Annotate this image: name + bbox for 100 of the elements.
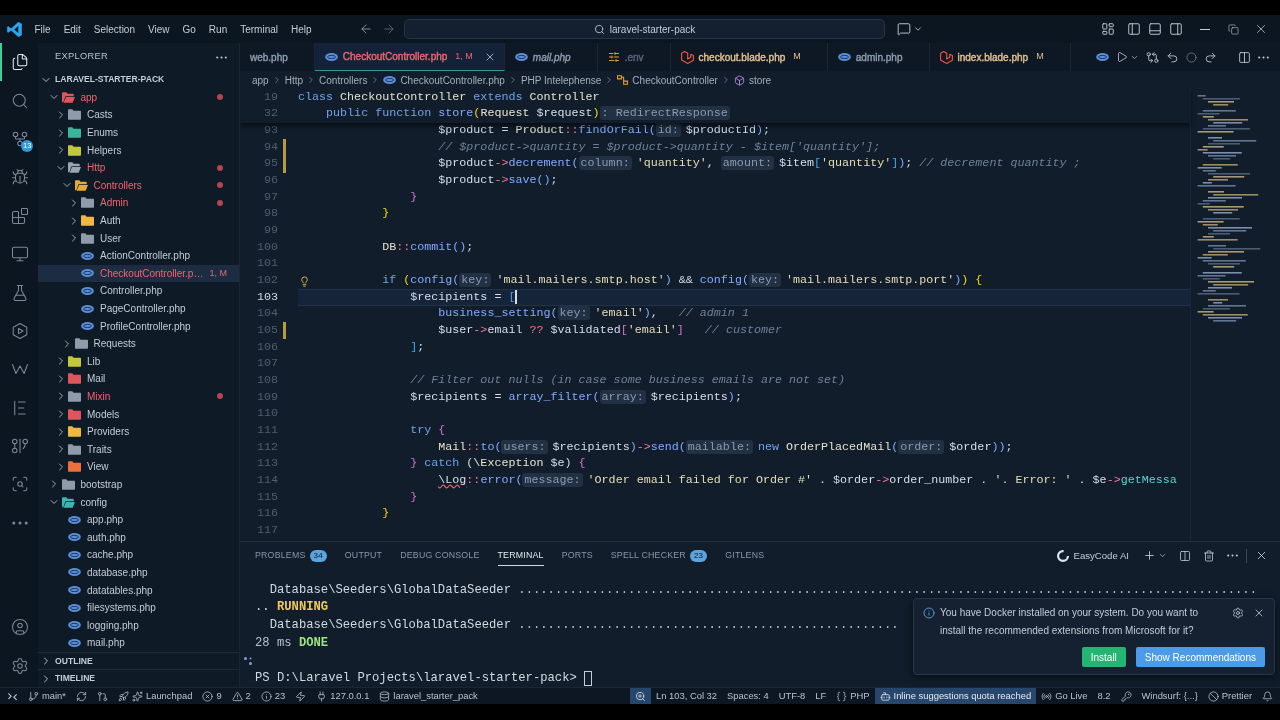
status-item[interactable]: 2 (226, 688, 256, 704)
breadcrumb-item[interactable]: CheckoutController.php (383, 72, 505, 88)
tree-item[interactable]: Requests (38, 334, 239, 353)
menu-item[interactable]: Run (202, 18, 234, 40)
section-header[interactable]: OUTLINE (38, 652, 239, 670)
tree-item[interactable]: cache.php (38, 546, 239, 564)
tree-item[interactable]: Casts (38, 106, 239, 124)
compare-icon[interactable] (1146, 50, 1159, 64)
terminal-selector[interactable]: EasyCode AI (1056, 548, 1129, 564)
panel-tab[interactable]: GITLENS (725, 546, 765, 566)
status-item[interactable]: 9 (197, 688, 227, 704)
status-item[interactable]: Inline suggestions quota reached (874, 688, 1037, 704)
panel-tab[interactable]: PROBLEMS 34 (255, 546, 327, 566)
tree-item[interactable]: Models (38, 405, 239, 423)
menu-item[interactable]: View (141, 18, 176, 40)
editor-tab[interactable]: index.blade.php M (929, 43, 1071, 71)
split-icon[interactable] (1179, 550, 1191, 562)
section-header[interactable]: LARAVEL-STARTER-PACK (38, 71, 239, 89)
more-icon[interactable] (1258, 55, 1269, 59)
sidebar-toggle-icon[interactable] (1127, 22, 1141, 36)
chevron-icon[interactable] (913, 24, 923, 34)
forward-arrow-icon[interactable] (1204, 50, 1217, 64)
tree-item[interactable]: PageController.php (38, 299, 239, 318)
tree-item[interactable]: ProfileController.php (38, 317, 239, 335)
status-item[interactable]: Launchpad (112, 688, 198, 704)
menu-item[interactable]: Selection (87, 18, 142, 40)
close-icon[interactable] (1253, 607, 1265, 619)
menu-item[interactable]: Terminal (233, 18, 285, 40)
menu-item[interactable]: File (28, 18, 58, 40)
lightbulb-icon[interactable] (299, 275, 310, 287)
menu-item[interactable]: Edit (57, 18, 88, 40)
close-icon[interactable] (1254, 22, 1268, 36)
tree-item[interactable]: Http (38, 158, 239, 177)
more-icon[interactable] (1227, 554, 1238, 558)
tree-item[interactable]: Controller.php (38, 282, 239, 300)
status-item[interactable]: Go Live (1036, 688, 1093, 704)
restore-icon[interactable] (1227, 23, 1239, 35)
breadcrumb-item[interactable]: Controllers (319, 72, 368, 88)
menu-item[interactable]: Go (176, 18, 203, 40)
breadcrumb-item[interactable]: app (252, 72, 269, 88)
tree-item[interactable]: auth.php (38, 528, 239, 547)
tree-item[interactable]: filesystems.php (38, 598, 239, 617)
status-item[interactable]: main* (23, 688, 71, 704)
status-item[interactable]: 23 (255, 688, 291, 704)
editor-tab[interactable]: CheckoutController.php 1, M (314, 43, 505, 71)
panel-tab[interactable]: DEBUG CONSOLE (400, 546, 480, 566)
status-item[interactable]: Windsurf: {...} (1136, 688, 1203, 704)
circle-icon[interactable] (1186, 51, 1197, 63)
tree-item[interactable]: Traits (38, 440, 239, 459)
editor-tab[interactable]: admin.php (827, 43, 930, 71)
tree-item[interactable]: mail.php (38, 634, 239, 652)
status-item[interactable]: Prettier (1202, 688, 1257, 704)
status-item[interactable]: LF (810, 688, 832, 704)
tree-item[interactable]: database.php (38, 563, 239, 582)
menu-item[interactable]: Help (284, 18, 319, 40)
panel-tab[interactable]: TERMINAL (497, 546, 544, 566)
tree-item[interactable]: Helpers (38, 141, 239, 159)
tree-item[interactable]: Mail (38, 370, 239, 388)
breadcrumb-item[interactable]: store (733, 72, 772, 88)
back-arrow-icon[interactable] (1166, 50, 1179, 64)
breadcrumb-item[interactable]: Http (284, 72, 304, 88)
split-editor-icon[interactable] (1238, 50, 1251, 64)
panel-toggle-icon[interactable] (1148, 22, 1162, 36)
tree-item[interactable]: Lib (38, 352, 239, 371)
tree-item[interactable]: logging.php (38, 616, 239, 634)
tree-item[interactable]: app.php (38, 510, 239, 529)
breadcrumb-item[interactable]: CheckoutController (617, 72, 718, 88)
oval-file-icon[interactable] (1096, 53, 1109, 61)
gear-icon[interactable] (1232, 607, 1244, 619)
tree-item[interactable]: Mixin (38, 387, 239, 406)
more-icon[interactable] (216, 55, 227, 59)
tree-item[interactable]: datatables.php (38, 581, 239, 599)
status-item[interactable]: PHP (831, 688, 875, 704)
plus-icon[interactable] (1143, 549, 1156, 563)
status-item[interactable]: laravel_starter_pack (374, 688, 483, 704)
breadcrumb-item[interactable]: PHP Intelephense (520, 72, 602, 88)
status-item[interactable]: 8.2 (1092, 688, 1116, 704)
panel-tab[interactable]: SPELL CHECKER 23 (610, 546, 708, 566)
tree-item[interactable]: Controllers (38, 176, 239, 195)
panel-tab[interactable]: OUTPUT (344, 546, 383, 566)
tree-item[interactable]: config (38, 493, 239, 511)
run-icon[interactable] (1116, 51, 1128, 63)
tree-item[interactable]: app (38, 88, 239, 107)
tree-item[interactable]: bootstrap (38, 475, 239, 494)
editor-tab[interactable]: mail.php (504, 43, 598, 71)
panel-tab[interactable]: PORTS (561, 546, 593, 566)
section-header[interactable]: TIMELINE (38, 670, 239, 687)
tree-item[interactable]: Auth (38, 211, 239, 230)
secondary-sidebar-icon[interactable] (1169, 22, 1183, 36)
tree-item[interactable]: Providers (38, 422, 239, 441)
status-item[interactable]: Ln 103, Col 32 (651, 688, 723, 704)
command-center[interactable]: laravel-starter-pack (404, 19, 885, 39)
tree-item[interactable]: ActionController.php (38, 246, 239, 265)
minimize-icon[interactable] (1200, 28, 1210, 30)
status-button[interactable] (630, 688, 652, 704)
tree-item[interactable]: Enums (38, 123, 239, 142)
editor-tab[interactable]: checkout.blade.php M (670, 43, 828, 71)
tree-item[interactable]: User (38, 229, 239, 247)
status-item[interactable]: 127.0.0.1 (311, 688, 375, 704)
layout-icon[interactable] (1101, 22, 1115, 36)
